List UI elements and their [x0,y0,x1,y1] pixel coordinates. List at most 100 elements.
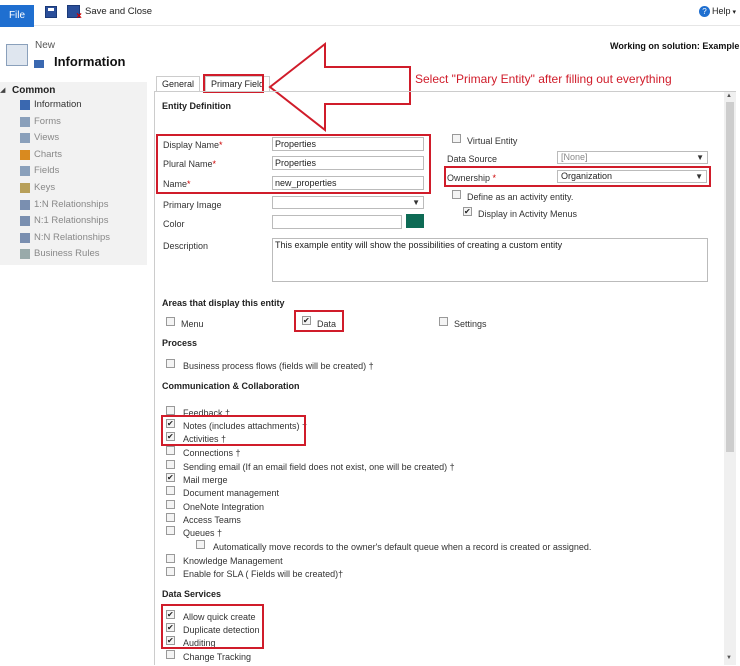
communication-label: Mail merge [183,475,228,485]
help-label: Help [712,6,731,16]
breadcrumb: New [35,40,56,51]
dropdown-arrow-icon: ▼ [412,198,420,207]
communication-label: Connections † [183,448,241,458]
save-icon[interactable] [45,6,57,18]
data-service-checkbox[interactable] [166,650,175,659]
communication-label: OneNote Integration [183,502,265,512]
communication-label: Enable for SLA ( Fields will be created)… [183,569,344,579]
communication-label: Queues † [183,528,223,538]
sidebar-item[interactable]: N:1 Relationships [20,214,109,228]
sidebar-item[interactable]: N:N Relationships [20,231,111,245]
sidebar-item[interactable]: Business Rules [20,247,100,261]
save-close-button[interactable]: Save and Close [85,6,152,17]
data-source-select[interactable]: [None] ▼ [557,151,708,164]
sidebar-item-label: Forms [34,115,61,127]
virtual-entity-label: Virtual Entity [467,136,518,146]
info-icon [20,100,30,110]
settings-label: Settings [454,319,487,329]
communication-checkbox[interactable] [166,446,175,455]
view-icon [20,133,30,144]
ribbon: File Save and Close ?Help ▾ [0,0,740,27]
menu-checkbox[interactable] [166,317,175,326]
scroll-thumb[interactable] [726,102,734,452]
highlight-ownership [444,166,711,187]
bpf-checkbox[interactable] [166,359,175,368]
sidebar-item[interactable]: Charts [20,148,62,162]
sidebar-item-label: 1:N Relationships [34,198,109,210]
communication-label: Document management [183,488,280,498]
highlight-name-fields [156,134,431,194]
tab-general[interactable]: General [156,76,201,92]
virtual-entity-checkbox[interactable] [452,134,461,143]
highlight-data-services [161,604,264,649]
section-communication: Communication & Collaboration [162,381,300,391]
sidebar-item[interactable]: Fields [20,164,60,178]
form-icon [20,116,30,127]
primary-image-label: Primary Image [163,200,222,210]
communication-checkbox[interactable] [166,500,175,509]
description-label: Description [163,241,209,251]
highlight-data [294,310,344,332]
sidebar-group-label: Common [12,85,56,96]
communication-checkbox[interactable] [166,473,175,482]
activity-entity-label: Define as an activity entity. [467,192,574,202]
sidebar-item-label: N:1 Relationships [34,215,109,227]
help-icon: ? [699,6,710,17]
scrollbar[interactable]: ▲ ▼ [724,92,736,665]
menu-label: Menu [181,319,204,329]
communication-checkbox[interactable] [166,486,175,495]
chart-icon [20,149,30,160]
relationship-icon [20,216,30,227]
section-areas: Areas that display this entity [162,298,285,308]
communication-checkbox[interactable] [166,567,175,576]
scroll-down-icon[interactable]: ▼ [726,655,732,661]
description-input[interactable]: This example entity will show the possib… [272,238,708,282]
key-icon [20,183,30,193]
sidebar-item-label: Keys [34,182,56,193]
sidebar-item-label: N:N Relationships [34,231,111,243]
communication-label: Knowledge Management [183,556,283,566]
help-link[interactable]: ? Help ▾ [699,6,736,17]
save-close-icon[interactable] [67,5,82,22]
lock-icon [34,60,44,68]
communication-checkbox[interactable] [196,540,205,549]
file-button[interactable]: File [0,5,34,27]
section-entity-definition: Entity Definition [162,101,231,111]
sidebar-item[interactable]: Keys [20,181,56,195]
field-icon [20,166,30,177]
color-swatch[interactable] [406,214,424,228]
sidebar-item[interactable]: Forms [20,115,61,129]
relationship-icon [20,232,30,243]
communication-checkbox[interactable] [166,460,175,469]
communication-checkbox[interactable] [166,554,175,563]
settings-checkbox[interactable] [439,317,448,326]
sidebar-item-label: Charts [34,148,62,160]
communication-label: Access Teams [183,515,241,525]
communication-label: Automatically move records to the owner'… [213,542,592,552]
communication-checkbox[interactable] [166,526,175,535]
activity-entity-checkbox[interactable] [452,190,461,199]
communication-label: Sending email (If an email field does no… [183,462,455,472]
communication-checkbox[interactable] [166,513,175,522]
sidebar-item[interactable]: Information [20,98,82,112]
dropdown-arrow-icon: ▼ [696,153,704,162]
sidebar-item[interactable]: Views [20,131,60,145]
section-data-services: Data Services [162,589,222,599]
sidebar-item-label: Fields [34,165,60,177]
sidebar-item-label: Business Rules [34,248,100,260]
collapse-arrow-icon[interactable]: ◢ [0,86,5,94]
relationship-icon [20,199,30,210]
activity-menus-label: Display in Activity Menus [478,209,578,219]
highlight-notes-activities [161,415,306,446]
activity-menus-checkbox[interactable] [463,207,472,216]
bpf-label: Business process flows (fields will be c… [183,361,374,371]
sidebar-item-label: Information [34,99,82,110]
communication-checkbox[interactable] [166,406,175,415]
primary-image-select[interactable]: ▼ [272,196,424,209]
color-input[interactable] [272,215,402,229]
sidebar-item-label: Views [34,132,60,144]
sidebar-item[interactable]: 1:N Relationships [20,198,109,212]
entity-icon [6,44,28,66]
scroll-up-icon[interactable]: ▲ [726,93,732,99]
section-process: Process [162,338,198,348]
